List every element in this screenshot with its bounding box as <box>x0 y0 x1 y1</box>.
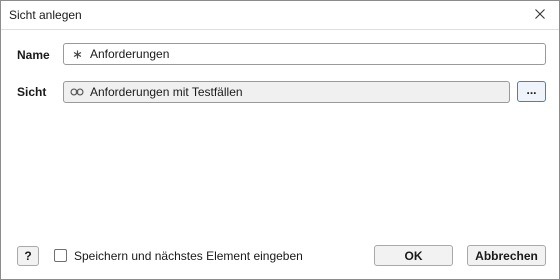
dialog-window: Sicht anlegen Name Anforderungen Sicht A… <box>0 0 560 280</box>
save-and-next-checkbox[interactable] <box>54 249 67 262</box>
name-field[interactable]: Anforderungen <box>63 43 546 65</box>
ok-button[interactable]: OK <box>374 245 453 266</box>
name-value: Anforderungen <box>90 47 170 61</box>
save-and-next-label[interactable]: Speichern und nächstes Element eingeben <box>74 249 303 263</box>
close-icon <box>535 8 545 22</box>
asterisk-icon <box>70 47 84 61</box>
view-value: Anforderungen mit Testfällen <box>90 85 243 99</box>
name-label: Name <box>17 48 50 62</box>
help-button[interactable]: ? <box>17 246 39 266</box>
browse-button[interactable]: ... <box>517 81 546 102</box>
view-label: Sicht <box>17 85 47 99</box>
title-bar: Sicht anlegen <box>1 1 559 30</box>
cancel-button[interactable]: Abbrechen <box>467 245 546 266</box>
window-title: Sicht anlegen <box>9 8 82 22</box>
link-icon <box>70 85 84 99</box>
view-field[interactable]: Anforderungen mit Testfällen <box>63 81 510 103</box>
close-button[interactable] <box>521 1 559 29</box>
